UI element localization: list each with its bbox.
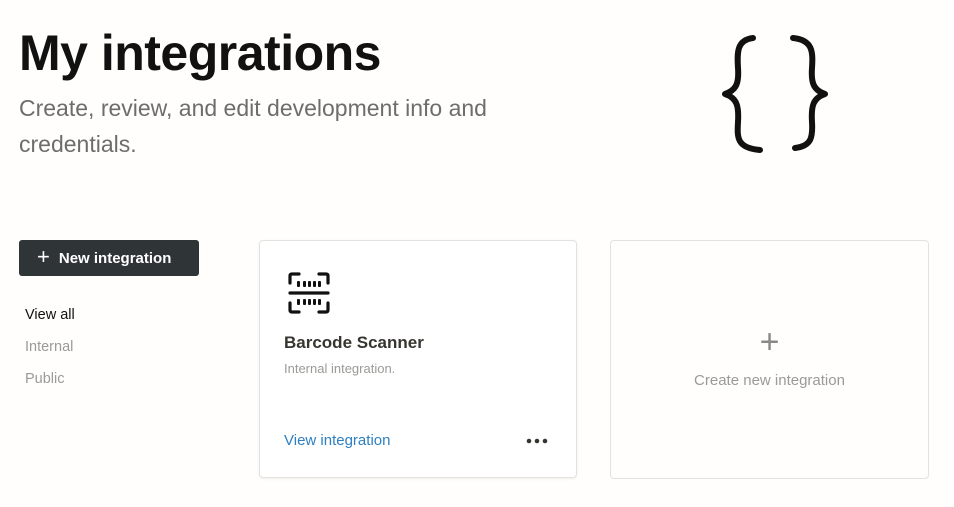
new-integration-button[interactable]: + New integration — [19, 240, 199, 276]
create-new-integration-card[interactable]: + Create new integration — [610, 240, 929, 479]
new-integration-label: New integration — [58, 249, 172, 267]
curly-braces-icon — [722, 35, 828, 153]
filter-internal[interactable]: Internal — [25, 334, 75, 366]
integrations-page: My integrations Create, review, and edit… — [0, 0, 954, 507]
integration-type: Internal integration. — [284, 361, 396, 376]
create-new-integration-label: Create new integration — [694, 372, 845, 389]
view-integration-link[interactable]: View integration — [284, 432, 390, 449]
plus-icon: + — [759, 323, 780, 361]
filter-nav: View all Internal Public — [25, 302, 75, 398]
integration-card: Barcode Scanner Internal integration. Vi… — [259, 240, 577, 478]
barcode-scanner-icon — [288, 272, 330, 314]
page-title: My integrations — [19, 25, 381, 81]
more-dots-icon[interactable] — [526, 430, 548, 452]
filter-public[interactable]: Public — [25, 366, 75, 398]
page-subtitle: Create, review, and edit development inf… — [19, 95, 487, 157]
plus-icon: + — [37, 244, 50, 269]
filter-view-all[interactable]: View all — [25, 302, 75, 334]
integration-name: Barcode Scanner — [284, 333, 424, 352]
